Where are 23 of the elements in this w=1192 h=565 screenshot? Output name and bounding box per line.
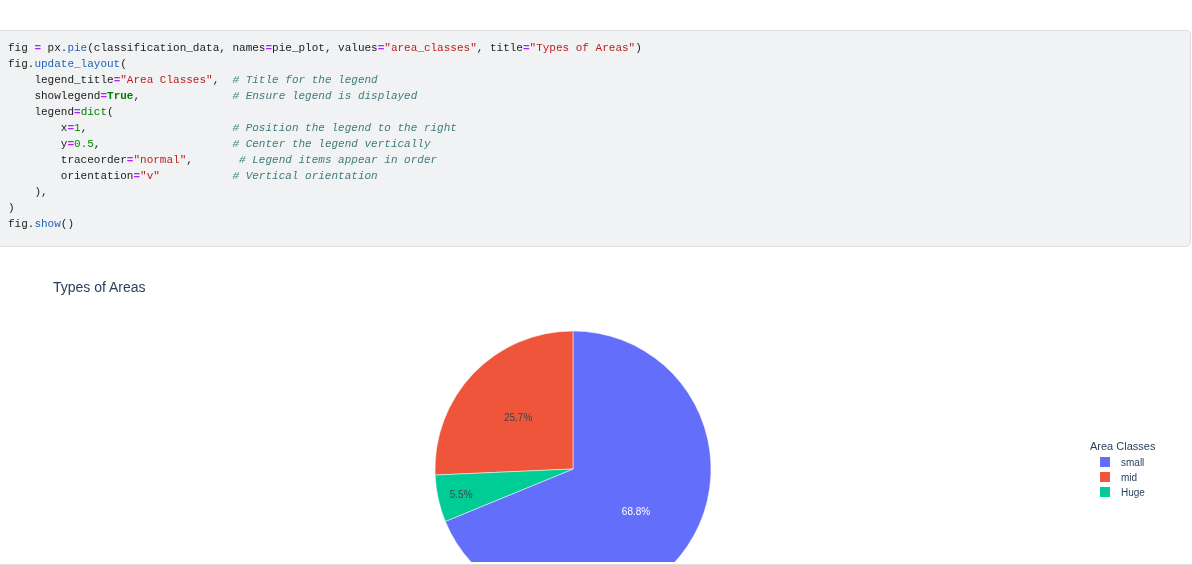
slice-label: 5.5% <box>449 488 473 500</box>
code-line: fig = px.pie(classification_data, names=pie_plot, values="area_classes", title="Types of Areas") <box>8 41 643 56</box>
code-line: legend=dict( <box>33 105 115 120</box>
code-line: legend_title="Area Classes", # Title for the legend <box>33 73 379 88</box>
code-line: fig.update_layout( <box>8 57 128 72</box>
chart-title: Types of Areas <box>53 279 146 295</box>
code-line: ), <box>33 185 49 200</box>
legend-label[interactable]: small <box>1121 457 1145 468</box>
legend-title: Area Classes <box>1090 440 1156 452</box>
code-line: traceorder="normal", # Legend items appear in order <box>59 153 439 168</box>
code-line: y=0.5, # Center the legend vertically <box>59 137 432 152</box>
code-line: ) <box>8 201 16 216</box>
code-line: showlegend=True, # Ensure legend is displayed <box>33 89 419 104</box>
legend-swatch[interactable] <box>1100 487 1110 497</box>
slice-label: 68.8% <box>621 506 651 518</box>
slice-label: 25.7% <box>504 411 533 423</box>
legend-swatch[interactable] <box>1100 457 1110 467</box>
code-line: x=1, # Position the legend to the right <box>59 121 458 136</box>
legend-label[interactable]: Huge <box>1121 487 1145 498</box>
code-line: orientation="v" # Vertical orientation <box>59 169 379 184</box>
code-line: fig.show() <box>8 217 75 232</box>
legend-label[interactable]: mid <box>1121 472 1138 483</box>
legend-swatch[interactable] <box>1100 472 1110 482</box>
